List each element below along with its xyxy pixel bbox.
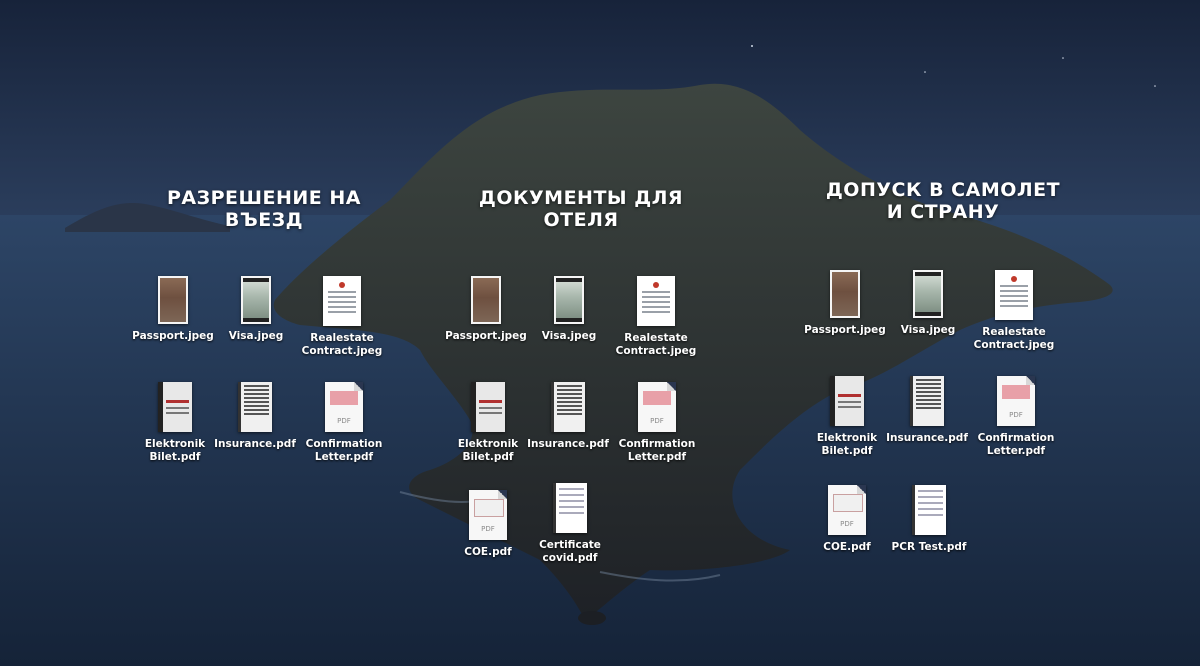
- desktop-file-visa[interactable]: Visa.jpeg: [526, 276, 612, 343]
- passport-photo-icon: [471, 276, 501, 324]
- file-label: Insurance.pdf: [527, 438, 609, 450]
- file-label: PCR Test.pdf: [891, 541, 967, 553]
- desktop-file-realestate-contract[interactable]: Realestate Contract.jpeg: [299, 276, 385, 358]
- desktop-file-confirmation-letter[interactable]: PDF Confirmation Letter.pdf: [973, 376, 1059, 458]
- passport-photo-icon: [830, 270, 860, 318]
- file-label: Certificate covid.pdf: [539, 539, 601, 564]
- desktop-file-visa[interactable]: Visa.jpeg: [885, 270, 971, 337]
- file-label: Passport.jpeg: [445, 330, 527, 342]
- file-label: Realestate Contract.jpeg: [615, 332, 697, 357]
- document-photo-icon: [995, 270, 1033, 320]
- file-label: Passport.jpeg: [804, 324, 886, 336]
- table-pdf-icon: [910, 376, 944, 426]
- file-label: Visa.jpeg: [900, 324, 956, 336]
- group-title-hotel-documents: ДОКУМЕНТЫ ДЛЯ ОТЕЛЯ: [478, 187, 684, 231]
- pcr-pdf-icon: [912, 485, 946, 535]
- file-label: Insurance.pdf: [886, 432, 968, 444]
- pdf-file-icon: PDF: [997, 376, 1035, 426]
- desktop-file-insurance[interactable]: Insurance.pdf: [525, 382, 611, 451]
- desktop-file-passport[interactable]: Passport.jpeg: [130, 276, 216, 343]
- desktop-file-realestate-contract[interactable]: Realestate Contract.jpeg: [613, 276, 699, 358]
- coe-pdf-icon: PDF: [469, 490, 507, 540]
- file-label: Confirmation Letter.pdf: [618, 438, 696, 463]
- file-label: Passport.jpeg: [132, 330, 214, 342]
- file-label: Insurance.pdf: [214, 438, 296, 450]
- desktop-file-elektronik-bilet[interactable]: Elektronik Bilet.pdf: [445, 382, 531, 464]
- desktop-file-realestate-contract[interactable]: Realestate Contract.jpeg: [971, 270, 1057, 352]
- visa-photo-icon: [241, 276, 271, 324]
- file-label: Visa.jpeg: [541, 330, 597, 342]
- file-label: Confirmation Letter.pdf: [305, 438, 383, 463]
- desktop-file-passport[interactable]: Passport.jpeg: [443, 276, 529, 343]
- group-title-flight-admission: ДОПУСК В САМОЛЕТ И СТРАНУ: [825, 179, 1061, 223]
- file-label: COE.pdf: [823, 541, 871, 553]
- certificate-pdf-icon: [553, 483, 587, 533]
- desktop-file-certificate-covid[interactable]: Certificate covid.pdf: [527, 483, 613, 565]
- file-label: Elektronik Bilet.pdf: [144, 438, 206, 463]
- desktop-file-confirmation-letter[interactable]: PDF Confirmation Letter.pdf: [301, 382, 387, 464]
- passport-photo-icon: [158, 276, 188, 324]
- desktop-file-visa[interactable]: Visa.jpeg: [213, 276, 299, 343]
- coe-pdf-icon: PDF: [828, 485, 866, 535]
- file-label: Confirmation Letter.pdf: [977, 432, 1055, 457]
- file-label: COE.pdf: [464, 546, 512, 558]
- ticket-pdf-icon: [830, 376, 864, 426]
- table-pdf-icon: [238, 382, 272, 432]
- file-label: Elektronik Bilet.pdf: [457, 438, 519, 463]
- desktop-file-pcr-test[interactable]: PCR Test.pdf: [886, 485, 972, 554]
- visa-photo-icon: [913, 270, 943, 318]
- group-title-entry-permit: РАЗРЕШЕНИЕ НА ВЪЕЗД: [167, 187, 361, 231]
- file-label: Visa.jpeg: [228, 330, 284, 342]
- file-label: Elektronik Bilet.pdf: [816, 432, 878, 457]
- ticket-pdf-icon: [471, 382, 505, 432]
- table-pdf-icon: [551, 382, 585, 432]
- pdf-file-icon: PDF: [325, 382, 363, 432]
- file-label: Realestate Contract.jpeg: [973, 326, 1055, 351]
- visa-photo-icon: [554, 276, 584, 324]
- document-photo-icon: [637, 276, 675, 326]
- desktop-file-insurance[interactable]: Insurance.pdf: [212, 382, 298, 451]
- desktop-file-coe[interactable]: PDF COE.pdf: [804, 485, 890, 554]
- desktop-file-confirmation-letter[interactable]: PDF Confirmation Letter.pdf: [614, 382, 700, 464]
- ticket-pdf-icon: [158, 382, 192, 432]
- desktop-file-passport[interactable]: Passport.jpeg: [802, 270, 888, 337]
- desktop-file-elektronik-bilet[interactable]: Elektronik Bilet.pdf: [804, 376, 890, 458]
- document-photo-icon: [323, 276, 361, 326]
- desktop-file-insurance[interactable]: Insurance.pdf: [884, 376, 970, 445]
- desktop-file-elektronik-bilet[interactable]: Elektronik Bilet.pdf: [132, 382, 218, 464]
- file-label: Realestate Contract.jpeg: [301, 332, 383, 357]
- pdf-file-icon: PDF: [638, 382, 676, 432]
- desktop-file-coe[interactable]: PDF COE.pdf: [445, 490, 531, 559]
